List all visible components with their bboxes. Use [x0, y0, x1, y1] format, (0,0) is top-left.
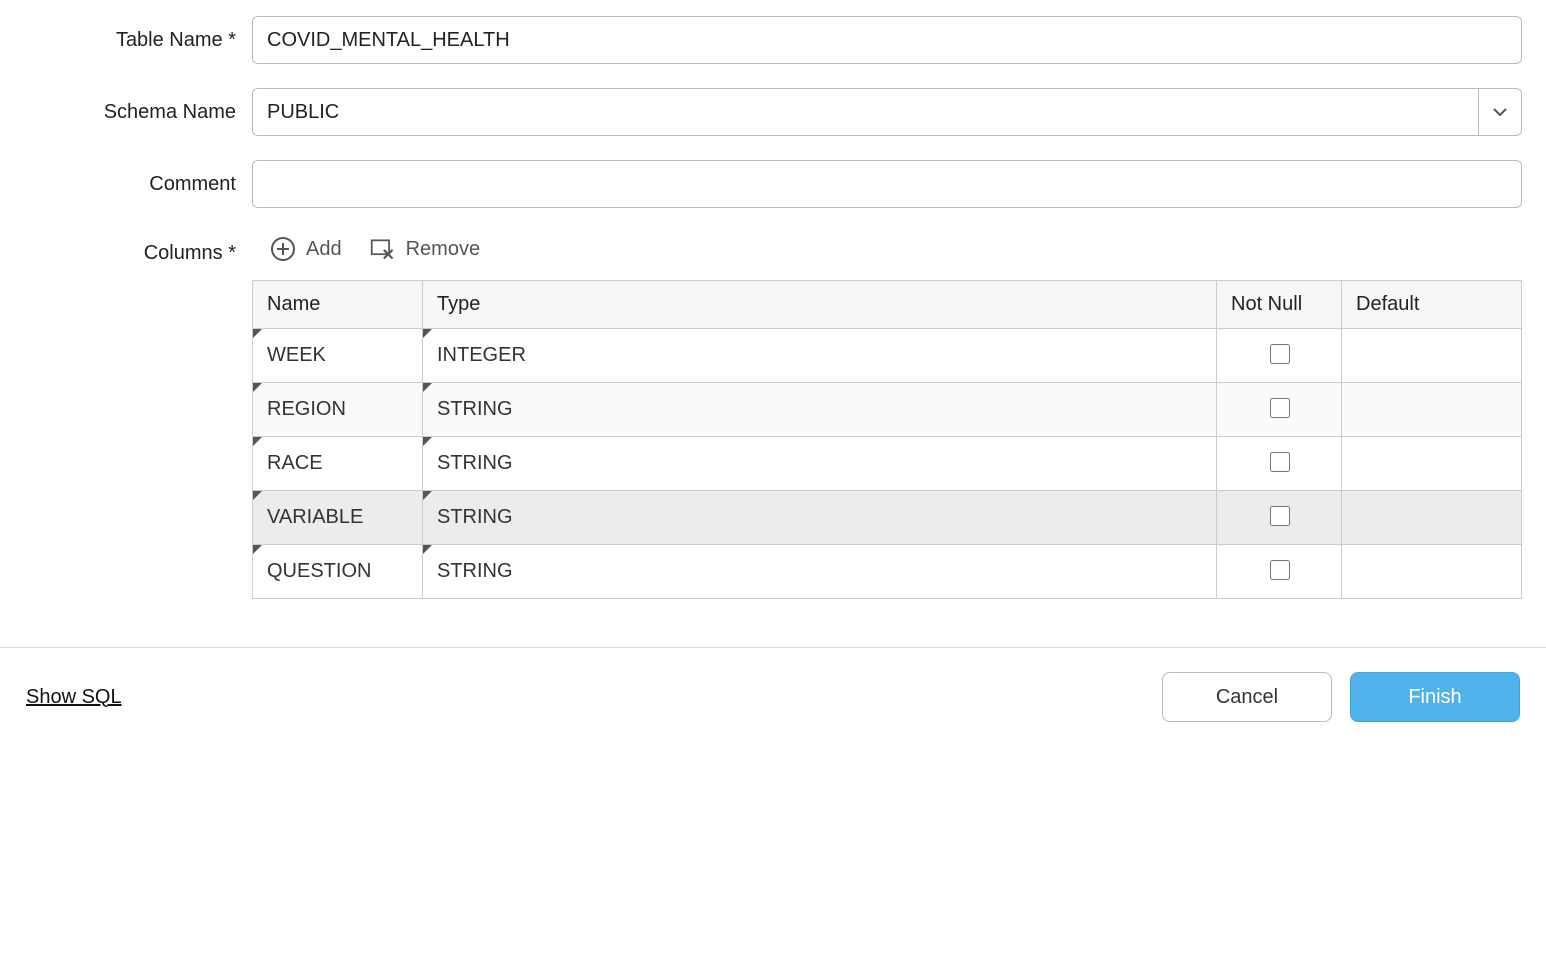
cell-type[interactable]: STRING — [423, 437, 1217, 491]
plus-circle-icon — [270, 236, 296, 262]
cell-not-null — [1217, 383, 1342, 437]
header-name[interactable]: Name — [253, 281, 423, 329]
chevron-down-icon — [1492, 104, 1508, 120]
cell-name[interactable]: RACE — [253, 437, 423, 491]
not-null-checkbox[interactable] — [1270, 398, 1290, 418]
not-null-checkbox[interactable] — [1270, 452, 1290, 472]
not-null-checkbox[interactable] — [1270, 506, 1290, 526]
cell-name[interactable]: REGION — [253, 383, 423, 437]
grid-header-row: Name Type Not Null Default — [253, 281, 1522, 329]
cell-name[interactable]: WEEK — [253, 329, 423, 383]
not-null-checkbox[interactable] — [1270, 344, 1290, 364]
table-row[interactable]: REGIONSTRING — [253, 383, 1522, 437]
wrap-comment — [252, 160, 1522, 208]
header-default[interactable]: Default — [1342, 281, 1522, 329]
cell-type[interactable]: STRING — [423, 545, 1217, 599]
label-table-name: Table Name * — [24, 29, 252, 52]
add-column-button[interactable]: Add — [270, 236, 342, 262]
row-table-name: Table Name * — [24, 16, 1522, 64]
columns-grid: Name Type Not Null Default WEEKINTEGERRE… — [252, 280, 1522, 599]
cell-name[interactable]: VARIABLE — [253, 491, 423, 545]
columns-body: Add Remove — [252, 232, 1522, 599]
table-name-input[interactable] — [252, 16, 1522, 64]
table-row[interactable]: RACESTRING — [253, 437, 1522, 491]
cell-not-null — [1217, 437, 1342, 491]
cell-not-null — [1217, 491, 1342, 545]
wrap-table-name — [252, 16, 1522, 64]
header-type[interactable]: Type — [423, 281, 1217, 329]
table-row[interactable]: QUESTIONSTRING — [253, 545, 1522, 599]
label-columns: Columns * — [24, 232, 252, 265]
cell-default[interactable] — [1342, 329, 1522, 383]
cell-type[interactable]: STRING — [423, 491, 1217, 545]
row-columns: Columns * Add — [24, 232, 1522, 599]
comment-input[interactable] — [252, 160, 1522, 208]
wrap-schema-name — [252, 88, 1522, 136]
columns-toolbar: Add Remove — [252, 232, 1522, 280]
cell-name[interactable]: QUESTION — [253, 545, 423, 599]
row-comment: Comment — [24, 160, 1522, 208]
cell-not-null — [1217, 329, 1342, 383]
schema-name-input[interactable] — [252, 88, 1478, 136]
finish-button[interactable]: Finish — [1350, 672, 1520, 722]
cell-default[interactable] — [1342, 491, 1522, 545]
form-area: Table Name * Schema Name — [0, 0, 1546, 647]
not-null-checkbox[interactable] — [1270, 560, 1290, 580]
table-row[interactable]: WEEKINTEGER — [253, 329, 1522, 383]
label-schema-name: Schema Name — [24, 101, 252, 124]
label-comment: Comment — [24, 173, 252, 196]
cell-default[interactable] — [1342, 383, 1522, 437]
header-notnull[interactable]: Not Null — [1217, 281, 1342, 329]
cell-type[interactable]: STRING — [423, 383, 1217, 437]
cell-default[interactable] — [1342, 545, 1522, 599]
schema-dropdown-button[interactable] — [1478, 88, 1522, 136]
schema-select — [252, 88, 1522, 136]
cell-type[interactable]: INTEGER — [423, 329, 1217, 383]
dialog-footer: Show SQL Cancel Finish — [0, 647, 1546, 750]
cell-default[interactable] — [1342, 437, 1522, 491]
row-schema-name: Schema Name — [24, 88, 1522, 136]
remove-row-icon — [370, 236, 396, 262]
remove-column-label: Remove — [406, 238, 480, 261]
remove-column-button[interactable]: Remove — [370, 236, 480, 262]
cancel-button[interactable]: Cancel — [1162, 672, 1332, 722]
table-row[interactable]: VARIABLESTRING — [253, 491, 1522, 545]
show-sql-link[interactable]: Show SQL — [26, 686, 122, 709]
create-table-dialog: Table Name * Schema Name — [0, 0, 1546, 750]
add-column-label: Add — [306, 238, 342, 261]
cell-not-null — [1217, 545, 1342, 599]
